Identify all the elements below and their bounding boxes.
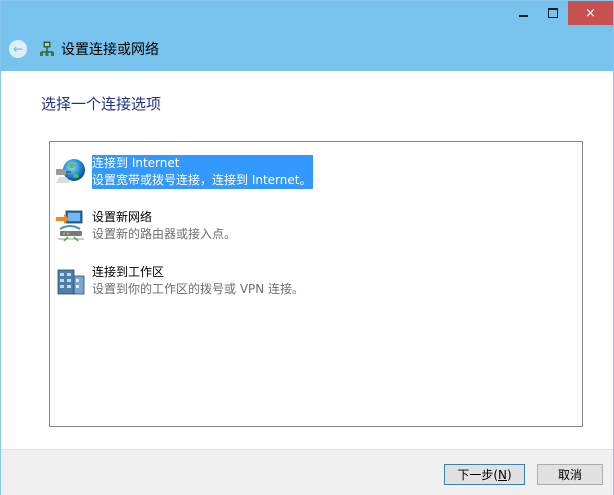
window-controls: × xyxy=(508,1,613,29)
window-title: 设置连接或网络 xyxy=(61,42,159,58)
cancel-button[interactable]: 取消 xyxy=(537,464,603,485)
option-description: 设置到你的工作区的拨号或 VPN 连接。 xyxy=(92,282,305,296)
option-title: 连接到工作区 xyxy=(92,265,165,279)
option-title: 连接到 Internet xyxy=(92,156,180,170)
connection-options-list[interactable]: 连接到 Internet 设置宽带或拨号连接，连接到 Internet。 设置新… xyxy=(49,141,583,427)
minimize-button[interactable] xyxy=(508,1,538,25)
close-icon: × xyxy=(585,5,596,21)
next-accelerator: N xyxy=(498,467,507,482)
dialog-footer: 下一步(N) 取消 xyxy=(1,449,613,495)
option-setup-network[interactable]: 设置新网络 设置新的路由器或接入点。 xyxy=(54,209,236,243)
option-text: 连接到 Internet 设置宽带或拨号连接，连接到 Internet。 xyxy=(92,155,314,189)
option-connect-workplace[interactable]: 连接到工作区 设置到你的工作区的拨号或 VPN 连接。 xyxy=(54,264,304,298)
option-description: 设置新的路由器或接入点。 xyxy=(92,227,237,241)
workplace-building-icon xyxy=(54,264,88,298)
back-arrow-icon: ← xyxy=(12,42,24,56)
title-bar: × ← 设置连接或网络 xyxy=(1,1,613,71)
minimize-icon xyxy=(518,15,528,17)
page-heading: 选择一个连接选项 xyxy=(41,95,162,113)
maximize-button[interactable] xyxy=(538,1,568,25)
next-button[interactable]: 下一步(N) xyxy=(444,464,525,485)
option-text: 连接到工作区 设置到你的工作区的拨号或 VPN 连接。 xyxy=(92,264,304,298)
option-description: 设置宽带或拨号连接，连接到 Internet。 xyxy=(92,173,312,187)
option-title: 设置新网络 xyxy=(92,210,153,224)
option-connect-internet[interactable]: 连接到 Internet 设置宽带或拨号连接，连接到 Internet。 xyxy=(54,155,314,189)
next-label: 下一步( xyxy=(457,468,498,482)
close-button[interactable]: × xyxy=(568,1,613,25)
maximize-icon xyxy=(548,8,558,18)
option-text: 设置新网络 设置新的路由器或接入点。 xyxy=(92,209,236,243)
next-suffix: ) xyxy=(506,467,512,482)
back-button[interactable]: ← xyxy=(9,40,27,58)
dialog-window: × ← 设置连接或网络 选择一个连接选项 连接到 Internet 设置宽带或拨… xyxy=(0,0,614,495)
router-setup-icon xyxy=(54,209,88,243)
globe-network-icon xyxy=(54,155,88,189)
nav-row: ← 设置连接或网络 xyxy=(9,37,159,61)
network-wizard-icon xyxy=(39,41,55,57)
